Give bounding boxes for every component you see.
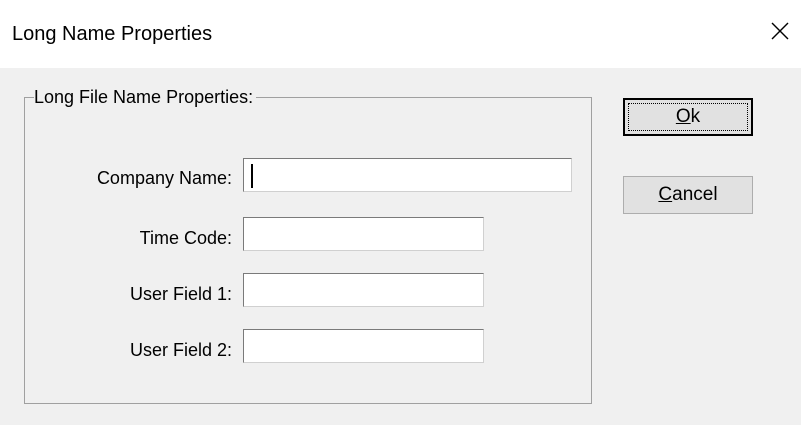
company-name-input[interactable] xyxy=(243,158,572,192)
cancel-button[interactable]: Cancel xyxy=(623,176,753,214)
user-field-2-label: User Field 2: xyxy=(129,340,232,360)
user-field-2-input[interactable] xyxy=(243,329,484,363)
dialog-window: Long Name Properties Long File Name Prop… xyxy=(0,0,801,425)
ok-accelerator: O xyxy=(675,106,691,127)
time-code-input[interactable] xyxy=(243,217,484,251)
window-title: Long Name Properties xyxy=(12,23,213,45)
user-field-1-input[interactable] xyxy=(243,273,484,307)
title-bar: Long Name Properties xyxy=(0,0,801,68)
groupbox-label: Long File Name Properties: xyxy=(34,86,257,108)
cancel-accelerator: C xyxy=(658,184,673,205)
close-button[interactable] xyxy=(763,14,797,48)
text-caret xyxy=(251,164,253,188)
company-name-label: Company Name: xyxy=(96,168,232,188)
close-icon xyxy=(771,22,789,40)
user-field-1-label: User Field 1: xyxy=(129,284,232,304)
cancel-label-rest: ancel xyxy=(672,184,718,205)
ok-label-rest: k xyxy=(690,106,701,127)
time-code-label: Time Code: xyxy=(139,228,232,248)
ok-button[interactable]: Ok xyxy=(623,98,753,136)
